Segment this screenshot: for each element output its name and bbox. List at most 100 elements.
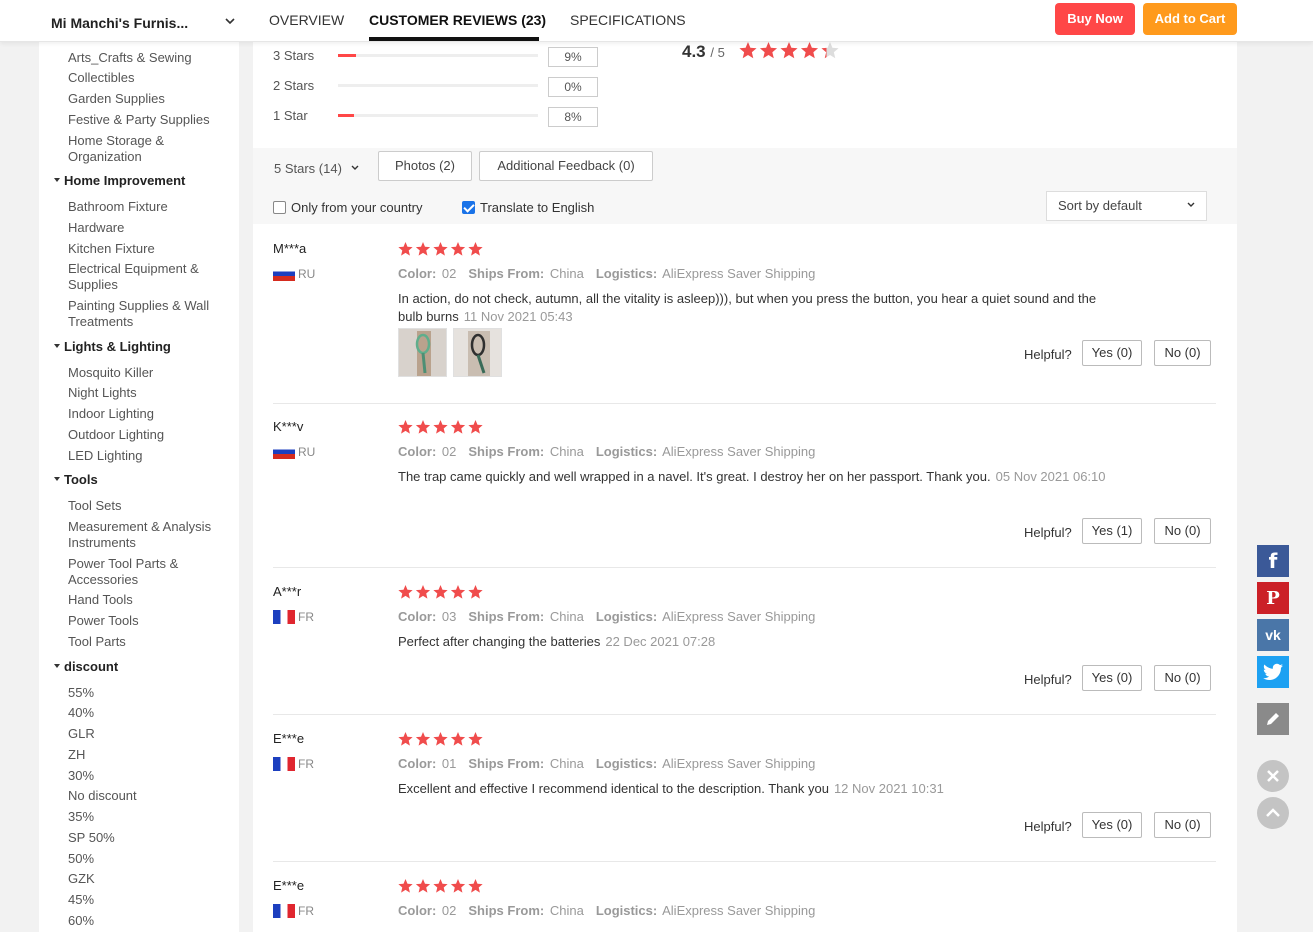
helpful-no-button[interactable]: No (0) xyxy=(1154,812,1211,838)
sidebar-item[interactable]: Mosquito Killer xyxy=(68,365,228,381)
rating-bar-fill xyxy=(338,54,356,57)
sidebar-item[interactable]: Outdoor Lighting xyxy=(68,427,228,443)
review-item: E***e FR Color: 02 Ships From: China Logis… xyxy=(273,878,1216,932)
checkbox-box[interactable] xyxy=(273,201,286,214)
tab-specifications[interactable]: SPECIFICATIONS xyxy=(570,12,686,28)
vk-share-icon[interactable]: vk xyxy=(1257,619,1289,651)
star-icon xyxy=(759,42,778,59)
star-icon xyxy=(433,420,448,434)
review-meta: Color: 03 Ships From: China Logistics: Ali… xyxy=(398,609,815,624)
review-body: Excellent and effective I recommend iden… xyxy=(398,781,829,796)
checkbox-box-checked[interactable] xyxy=(462,201,475,214)
sidebar-item[interactable]: Power Tool Parts & xyxy=(68,556,228,572)
helpful-no-button[interactable]: No (0) xyxy=(1154,518,1211,544)
scroll-to-top-icon[interactable] xyxy=(1257,797,1289,829)
sidebar-item[interactable]: GZK xyxy=(68,871,228,887)
sidebar-item[interactable]: Instruments xyxy=(68,535,228,551)
review-photo-thumbnail[interactable] xyxy=(453,328,502,377)
helpful-no-button[interactable]: No (0) xyxy=(1154,340,1211,366)
sidebar-item[interactable]: Hand Tools xyxy=(68,592,228,608)
color-value: 02 xyxy=(441,266,457,281)
star-icon xyxy=(450,585,466,599)
helpful-no-button[interactable]: No (0) xyxy=(1154,665,1211,691)
sidebar-item[interactable]: Hardware xyxy=(68,220,228,236)
meta-label: Logistics: xyxy=(595,444,658,459)
review-meta: Color: 02 Ships From: China Logistics: Ali… xyxy=(398,266,815,281)
sidebar-item[interactable]: 45% xyxy=(68,892,228,908)
sort-select[interactable]: Sort by default xyxy=(1046,191,1207,221)
additional-feedback-button[interactable]: Additional Feedback (0) xyxy=(479,151,653,181)
tab-customer-reviews[interactable]: CUSTOMER REVIEWS (23) xyxy=(369,12,546,28)
sidebar-item[interactable]: Tool Sets xyxy=(68,498,228,514)
sidebar-item[interactable]: Night Lights xyxy=(68,385,228,401)
review-photo-thumbnail[interactable] xyxy=(398,328,447,377)
chevron-down-icon[interactable] xyxy=(223,14,237,28)
pinterest-share-icon[interactable]: P xyxy=(1257,582,1289,614)
sidebar-category-lights[interactable]: Lights & Lighting xyxy=(54,339,171,355)
review-meta: Color: 02 Ships From: China Logistics: Ali… xyxy=(398,903,815,918)
sidebar-item[interactable]: 55% xyxy=(68,685,228,701)
star-icon xyxy=(415,732,431,746)
sidebar-item[interactable]: Power Tools xyxy=(68,613,228,629)
star-icon xyxy=(450,420,466,434)
flag-fr-icon xyxy=(273,757,295,771)
add-to-cart-button[interactable]: Add to Cart xyxy=(1143,3,1237,35)
sidebar-item[interactable]: Tool Parts xyxy=(68,634,228,650)
sidebar-item[interactable]: Organization xyxy=(68,149,228,165)
sidebar-item[interactable]: Treatments xyxy=(68,314,228,330)
sidebar-item[interactable]: Supplies xyxy=(68,277,228,293)
sidebar-item[interactable]: GLR xyxy=(68,726,228,742)
facebook-share-icon[interactable]: f xyxy=(1257,545,1289,577)
sidebar-item[interactable]: Garden Supplies xyxy=(68,91,228,107)
translate-checkbox[interactable]: Translate to English xyxy=(462,200,594,215)
review-date: 12 Nov 2021 10:31 xyxy=(833,781,944,796)
helpful-yes-button[interactable]: Yes (1) xyxy=(1082,518,1142,544)
sidebar-category-home-improvement[interactable]: Home Improvement xyxy=(54,173,185,189)
close-icon[interactable] xyxy=(1257,760,1289,792)
sidebar-item[interactable]: Indoor Lighting xyxy=(68,406,228,422)
sidebar-category-tools[interactable]: Tools xyxy=(54,472,98,488)
helpful-yes-button[interactable]: Yes (0) xyxy=(1082,340,1142,366)
sidebar-item[interactable]: Festive & Party Supplies xyxy=(68,112,228,128)
buy-now-button[interactable]: Buy Now xyxy=(1055,3,1135,35)
sidebar-item[interactable]: SP 50% xyxy=(68,830,228,846)
helpful-yes-button[interactable]: Yes (0) xyxy=(1082,665,1142,691)
star-icon xyxy=(780,42,798,59)
review-filter-bar: 5 Stars (14) Photos (2) Additional Feedb… xyxy=(253,148,1237,224)
sidebar-item[interactable]: No discount xyxy=(68,788,228,804)
color-value: 03 xyxy=(441,609,457,624)
sidebar-item[interactable]: 60% xyxy=(68,913,228,929)
sidebar-item[interactable]: 30% xyxy=(68,768,228,784)
sidebar-item[interactable]: Collectibles xyxy=(68,70,228,86)
sidebar-item[interactable]: 40% xyxy=(68,705,228,721)
sidebar-category-discount[interactable]: discount xyxy=(54,659,118,675)
caret-down-icon xyxy=(54,177,60,182)
only-country-checkbox[interactable]: Only from your country xyxy=(273,200,423,215)
tab-overview[interactable]: OVERVIEW xyxy=(269,12,344,28)
helpful-yes-button[interactable]: Yes (0) xyxy=(1082,812,1142,838)
sidebar-item[interactable]: Painting Supplies & Wall xyxy=(68,298,228,314)
rating-bar xyxy=(338,84,538,87)
sidebar-item[interactable]: Home Storage & xyxy=(68,133,228,149)
store-name[interactable]: Mi Manchi's Furnis... xyxy=(51,15,199,31)
sidebar-item[interactable]: Arts_Crafts & Sewing xyxy=(68,50,228,66)
star-icon xyxy=(800,42,819,59)
sidebar-item[interactable]: Kitchen Fixture xyxy=(68,241,228,257)
sidebar-item[interactable]: Accessories xyxy=(68,572,228,588)
chevron-down-icon xyxy=(1187,202,1195,207)
sidebar-item[interactable]: 50% xyxy=(68,851,228,867)
photos-filter-button[interactable]: Photos (2) xyxy=(378,151,472,181)
rating-label: 3 Stars xyxy=(273,48,315,63)
sidebar-item[interactable]: ZH xyxy=(68,747,228,763)
review-meta: Color: 01 Ships From: China Logistics: Ali… xyxy=(398,756,815,771)
chevron-down-icon xyxy=(351,165,359,170)
sidebar-item[interactable]: Electrical Equipment & xyxy=(68,261,228,277)
sidebar-item[interactable]: LED Lighting xyxy=(68,448,228,464)
sidebar-item[interactable]: Measurement & Analysis xyxy=(68,519,228,535)
twitter-share-icon[interactable] xyxy=(1257,656,1289,688)
edit-feedback-icon[interactable] xyxy=(1257,703,1289,735)
sidebar-item[interactable]: 35% xyxy=(68,809,228,825)
reviewer-name: A***r xyxy=(273,584,302,599)
star-filter-dropdown[interactable]: 5 Stars (14) xyxy=(274,161,360,176)
sidebar-item[interactable]: Bathroom Fixture xyxy=(68,199,228,215)
